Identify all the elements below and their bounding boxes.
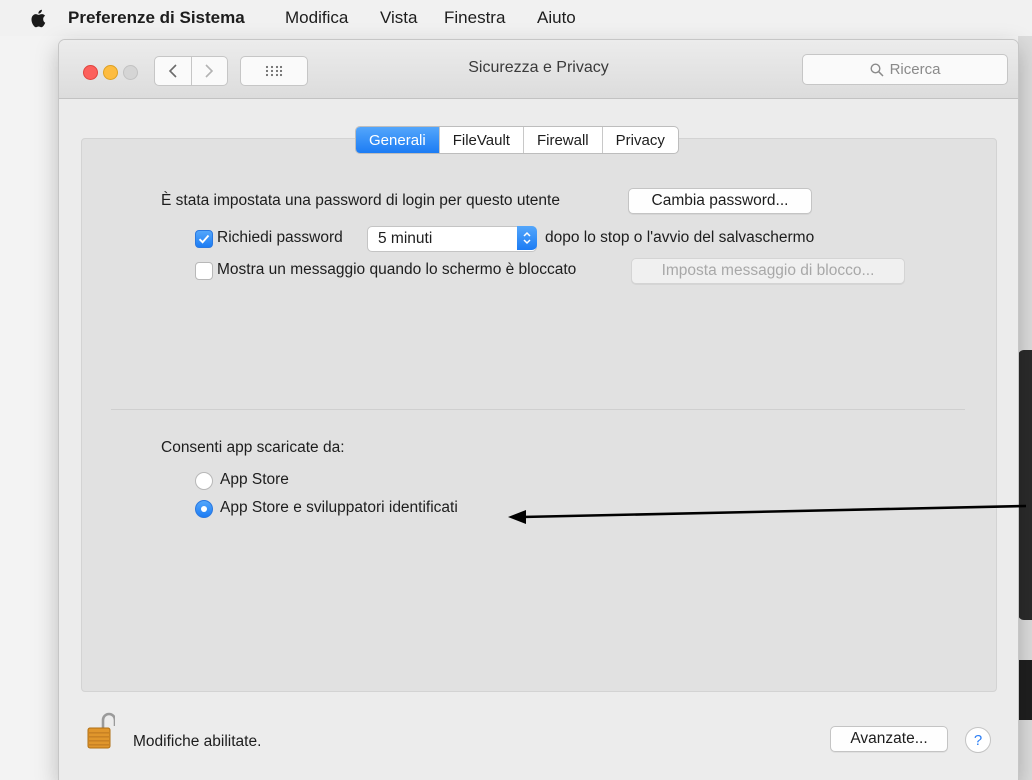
tab-firewall[interactable]: Firewall [522, 127, 602, 153]
tab-filevault[interactable]: FileVault [438, 127, 523, 153]
checkmark-icon [198, 234, 210, 244]
stepper-arrows-icon [517, 226, 537, 250]
radio-app-store-identified-label[interactable]: App Store e sviluppatori identificati [220, 499, 458, 517]
show-message-checkbox[interactable] [195, 262, 213, 280]
tab-privacy[interactable]: Privacy [601, 127, 678, 153]
show-message-label: Mostra un messaggio quando lo schermo è … [217, 261, 577, 278]
require-password-suffix: dopo lo stop o l'avvio del salvaschermo [545, 229, 815, 246]
menu-finestra[interactable]: Finestra [444, 8, 505, 28]
section-divider [111, 409, 965, 410]
unlocked-padlock-icon [87, 712, 117, 749]
radio-app-store-identified[interactable] [195, 500, 213, 518]
require-password-checkbox[interactable] [195, 230, 213, 248]
radio-app-store[interactable] [195, 472, 213, 490]
content-panel [81, 138, 997, 692]
require-password-label: Richiedi password [217, 229, 343, 246]
menu-aiuto[interactable]: Aiuto [537, 8, 576, 28]
password-delay-select[interactable]: 5 minuti [367, 226, 537, 252]
menu-bar: Preferenze di Sistema Modifica Vista Fin… [0, 0, 1032, 36]
search-field[interactable]: Ricerca [802, 54, 1008, 85]
menu-app-name[interactable]: Preferenze di Sistema [68, 8, 245, 28]
background-window-dark-panel [1018, 350, 1032, 620]
search-placeholder: Ricerca [889, 61, 941, 78]
allow-apps-label: Consenti app scaricate da: [161, 439, 345, 456]
lock-status-text: Modifiche abilitate. [133, 733, 262, 750]
login-password-text: È stata impostata una password di login … [161, 192, 560, 209]
menu-vista[interactable]: Vista [380, 8, 418, 28]
lock-button[interactable] [87, 712, 117, 750]
menu-modifica[interactable]: Modifica [285, 8, 348, 28]
apple-logo-icon[interactable] [30, 9, 46, 28]
change-password-button[interactable]: Cambia password... [628, 188, 812, 214]
help-button[interactable]: ? [965, 727, 991, 753]
window-titlebar: Sicurezza e Privacy Ricerca [59, 40, 1018, 99]
system-preferences-window: Sicurezza e Privacy Ricerca Generali Fil… [59, 40, 1018, 780]
tab-bar: Generali FileVault Firewall Privacy [355, 126, 679, 154]
tab-generali[interactable]: Generali [356, 127, 439, 153]
set-lock-message-button[interactable]: Imposta messaggio di blocco... [631, 258, 905, 284]
password-delay-value: 5 minuti [378, 230, 433, 247]
background-window-dark-strip [1018, 660, 1032, 720]
advanced-button[interactable]: Avanzate... [830, 726, 948, 752]
search-icon [870, 62, 884, 77]
radio-app-store-label[interactable]: App Store [220, 471, 289, 489]
